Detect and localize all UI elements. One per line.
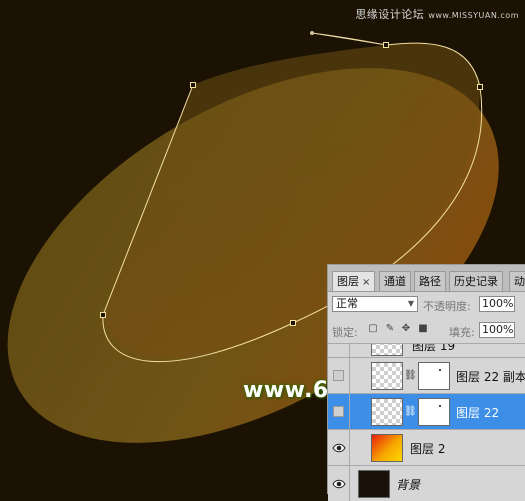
- tab-channels[interactable]: 通道: [379, 271, 411, 291]
- layer-name: 图层 19: [412, 343, 456, 353]
- layer-row[interactable]: 图层 2: [328, 429, 525, 465]
- watermark-site: www.MISSYUAN.com: [428, 11, 519, 20]
- watermark-top: 思缘设计论坛 www.MISSYUAN.com: [355, 6, 519, 22]
- tab-paths[interactable]: 路径: [414, 271, 446, 291]
- fill-label: 填充:: [449, 326, 475, 339]
- blend-opacity-row: 正常 ▼ 不透明度: 100%: [328, 293, 525, 315]
- visibility-toggle[interactable]: [328, 358, 350, 393]
- path-handle-line: [311, 32, 387, 46]
- opacity-input[interactable]: 100%: [479, 296, 515, 312]
- visibility-toggle[interactable]: [328, 344, 350, 357]
- layer-name: 图层 2: [410, 442, 446, 456]
- visibility-box[interactable]: [333, 405, 344, 417]
- tab-actions[interactable]: 动: [509, 271, 525, 291]
- layer-row[interactable]: ⛓ 图层 22 副本: [328, 357, 525, 393]
- tab-layers-label: 图层: [337, 275, 359, 288]
- layer-mask-thumbnail[interactable]: [418, 362, 450, 390]
- layer-mask-thumbnail[interactable]: [418, 398, 450, 426]
- tab-history[interactable]: 历史记录: [449, 271, 503, 291]
- eye-icon[interactable]: [332, 442, 346, 454]
- layer-thumbnail: [371, 344, 403, 356]
- lock-fill-row: 锁定: ▢ ✎ ✥ ■ 填充: 100%: [328, 319, 525, 341]
- blend-mode-value: 正常: [336, 297, 358, 310]
- tab-channels-label: 通道: [384, 275, 406, 288]
- eye-icon[interactable]: [332, 478, 346, 490]
- visibility-toggle[interactable]: [328, 394, 350, 429]
- path-handle-point: [310, 31, 314, 35]
- layer-thumbnail: [371, 362, 403, 390]
- lock-label: 锁定:: [332, 326, 358, 339]
- blend-mode-select[interactable]: 正常 ▼: [332, 296, 418, 312]
- visibility-toggle[interactable]: [328, 430, 350, 465]
- link-icon[interactable]: ⛓: [404, 370, 417, 382]
- tab-actions-label: 动: [514, 275, 525, 288]
- lock-move-icon[interactable]: ✥: [401, 324, 411, 334]
- tab-layers[interactable]: 图层 ×: [332, 271, 376, 291]
- layer-thumbnail: [371, 434, 403, 462]
- lock-paint-icon[interactable]: ✎: [385, 324, 395, 334]
- lock-all-icon[interactable]: ■: [418, 324, 428, 334]
- visibility-toggle[interactable]: [328, 466, 350, 501]
- layer-name: 图层 22: [456, 406, 500, 420]
- tab-history-label: 历史记录: [454, 275, 498, 288]
- link-icon[interactable]: ⛓: [404, 406, 417, 418]
- layer-thumbnail: [358, 470, 390, 498]
- lock-transparent-icon[interactable]: ▢: [368, 324, 378, 334]
- watermark-title: 思缘设计论坛: [355, 8, 425, 21]
- visibility-box[interactable]: [333, 369, 344, 381]
- layer-name: 图层 22 副本: [456, 370, 525, 384]
- layer-row[interactable]: 背景: [328, 465, 525, 501]
- layer-row[interactable]: 图层 19: [328, 343, 525, 357]
- close-icon[interactable]: ×: [362, 277, 370, 288]
- tab-paths-label: 路径: [419, 275, 441, 288]
- chevron-down-icon: ▼: [407, 299, 414, 308]
- layers-panel: 图层 × 通道 路径 历史记录 动 正常 ▼ 不透明度: 100% 锁定: ▢ ✎…: [327, 264, 525, 501]
- opacity-label: 不透明度:: [423, 300, 471, 313]
- layer-name: 背景: [396, 478, 421, 492]
- layer-row-selected[interactable]: ⛓ 图层 22: [328, 393, 525, 429]
- layer-thumbnail: [371, 398, 403, 426]
- fill-input[interactable]: 100%: [479, 322, 515, 338]
- panel-tab-bar: 图层 × 通道 路径 历史记录 动: [328, 265, 525, 292]
